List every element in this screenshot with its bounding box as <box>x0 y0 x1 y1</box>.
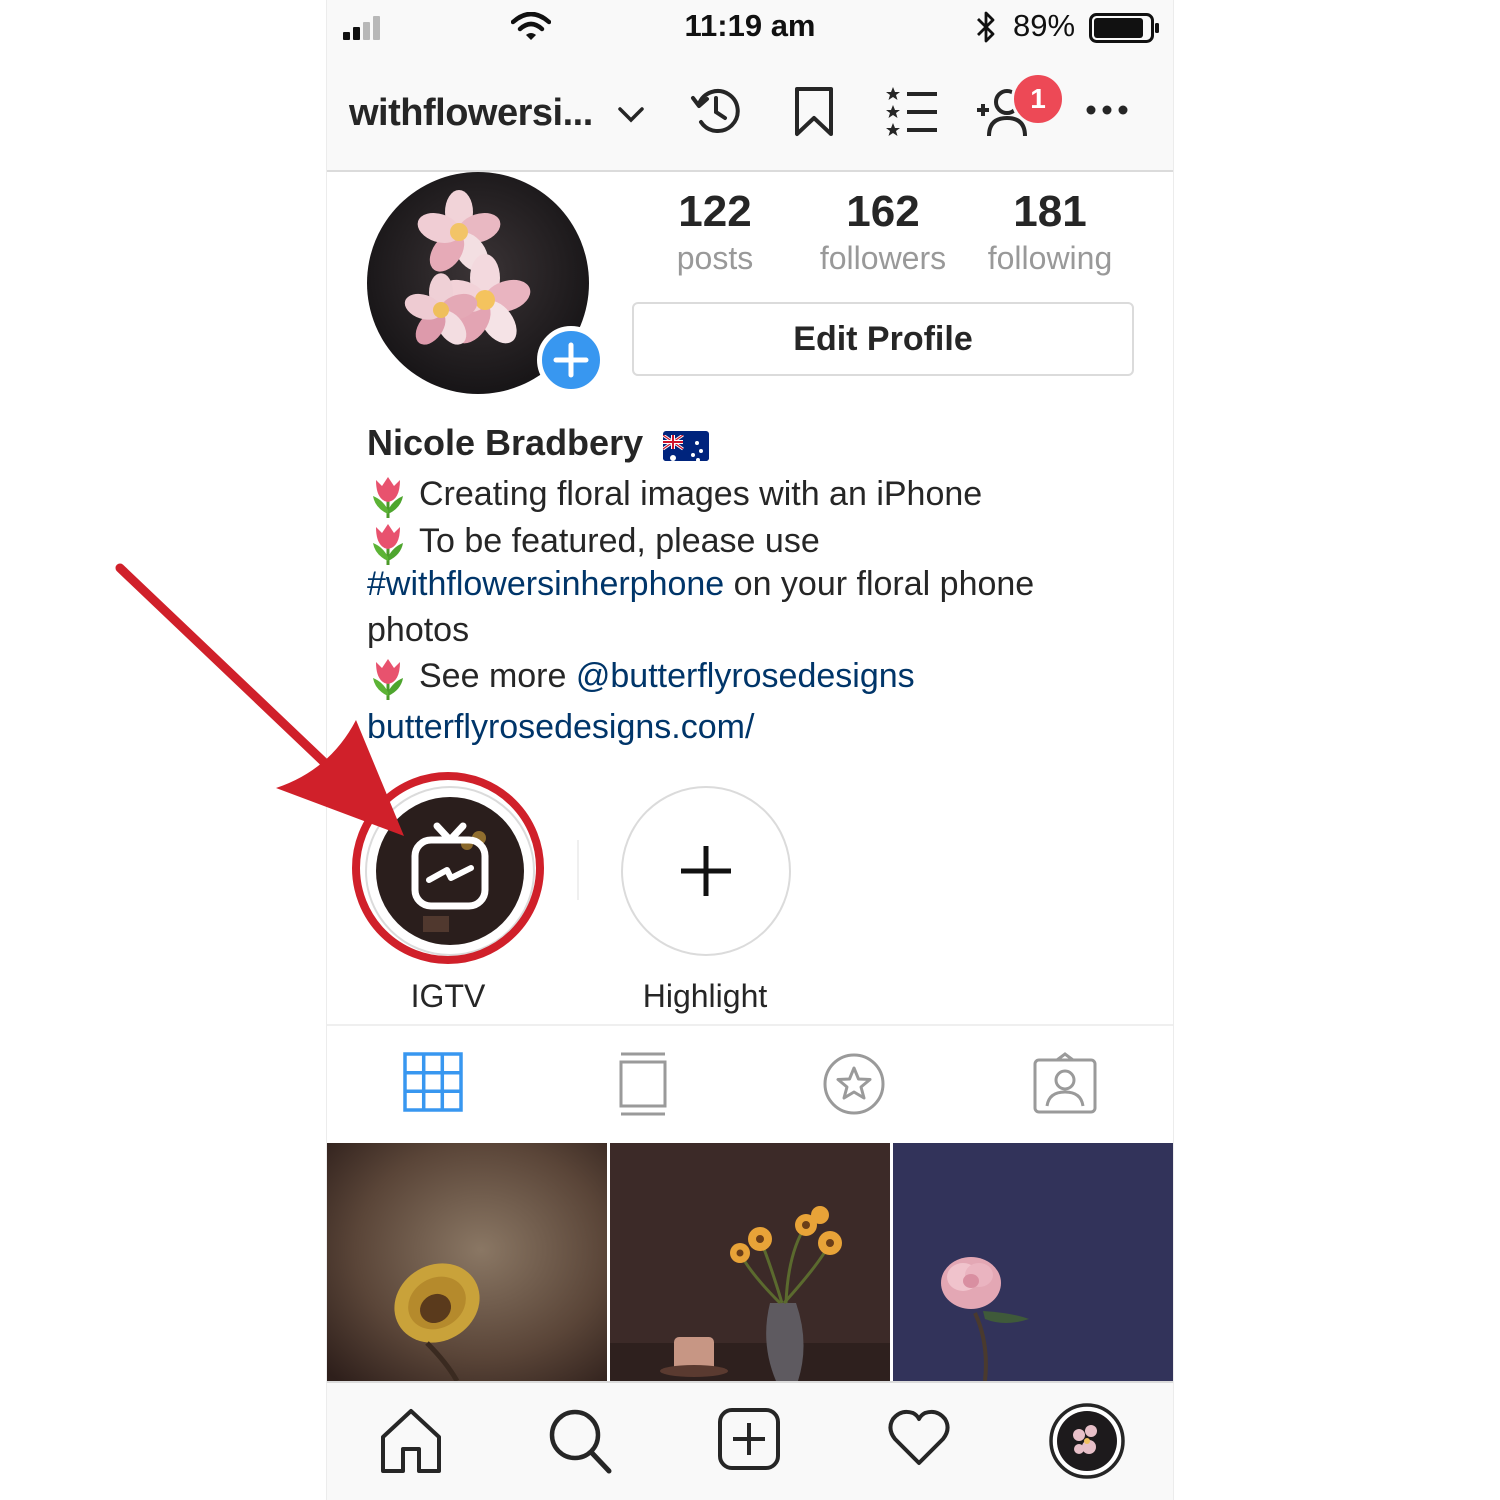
annotation-overlay <box>115 563 544 964</box>
